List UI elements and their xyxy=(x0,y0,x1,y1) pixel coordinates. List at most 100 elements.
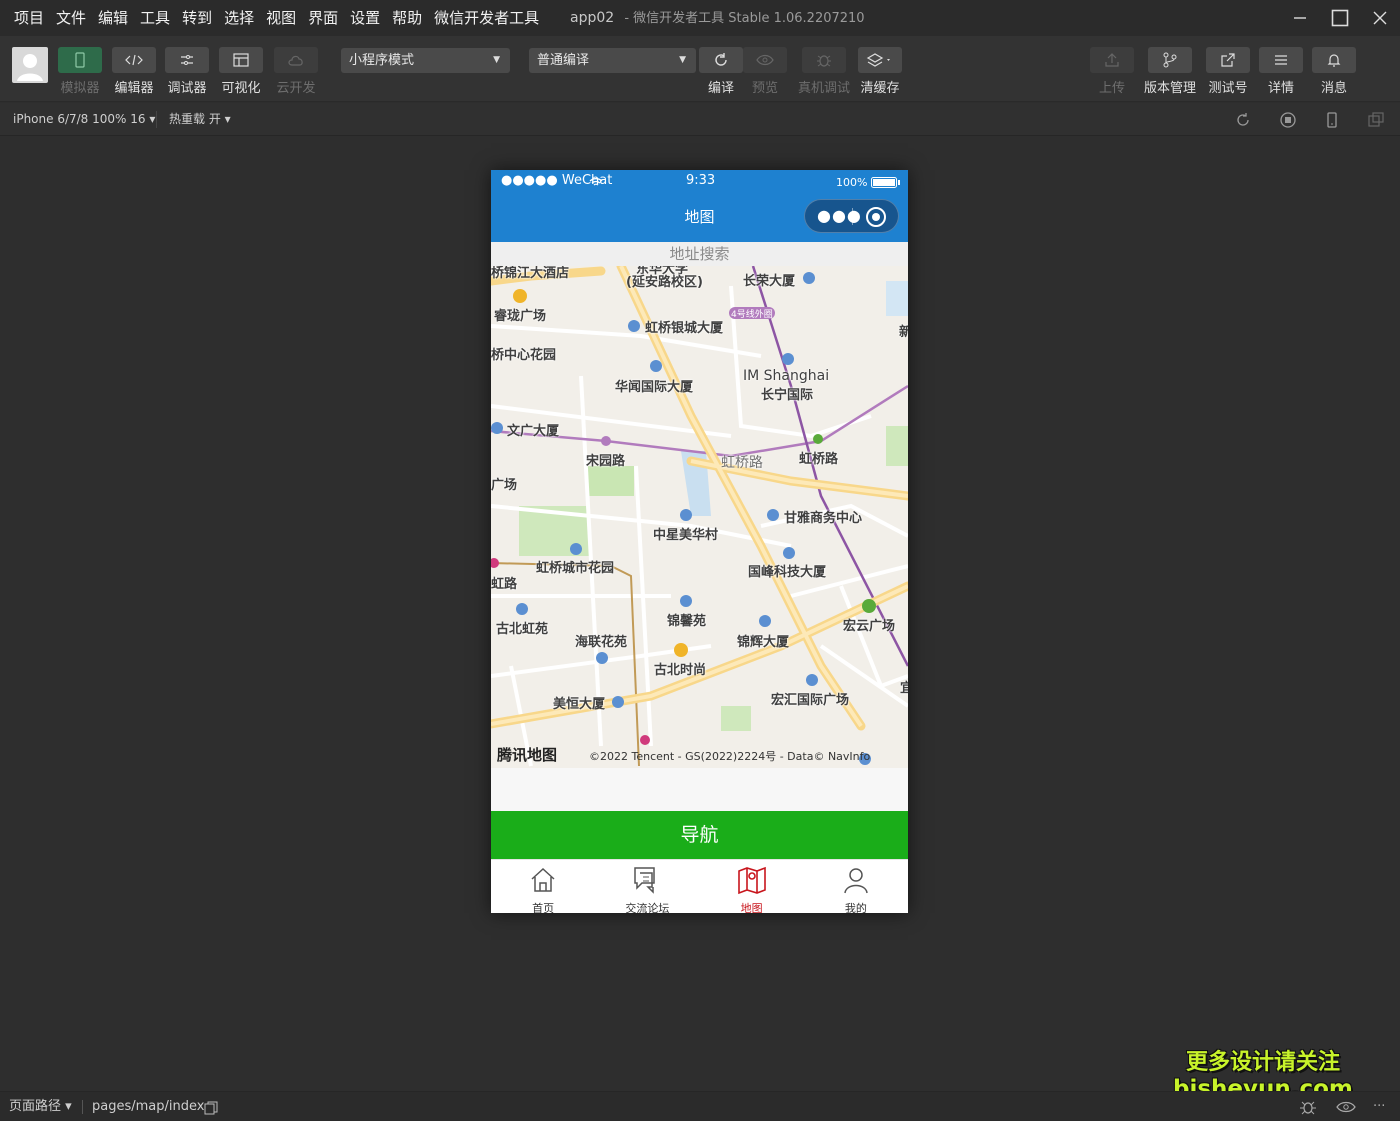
user-icon xyxy=(844,868,868,894)
title-separator: - xyxy=(624,11,630,26)
poi-label[interactable]: 虹路 xyxy=(491,573,517,592)
menu-view[interactable]: 视图 xyxy=(260,0,302,36)
device-select[interactable]: iPhone 6/7/8 100% 16 ▾ xyxy=(13,103,155,136)
menu-settings[interactable]: 设置 xyxy=(344,0,386,36)
editor-toggle[interactable]: 编辑器 xyxy=(110,47,158,96)
version-label: 版本管理 xyxy=(1143,81,1196,96)
poi-label[interactable]: 华闻国际大厦 xyxy=(615,376,693,395)
eye-icon xyxy=(756,54,774,66)
tab-profile[interactable]: 我的 xyxy=(804,860,908,913)
stop-icon[interactable] xyxy=(1279,111,1297,129)
visual-label: 可视化 xyxy=(221,81,261,96)
copy-icon[interactable] xyxy=(204,1101,218,1115)
poi-label[interactable]: 锦馨苑 xyxy=(667,610,706,629)
details-button[interactable]: 详情 xyxy=(1257,47,1305,96)
messages-label: 消息 xyxy=(1320,81,1347,96)
poi-label[interactable]: 长宁国际 xyxy=(761,384,813,403)
poi-label[interactable]: 新 xyxy=(899,321,908,340)
battery-percent: 100% xyxy=(836,176,868,189)
poi-label[interactable]: 锦辉大厦 xyxy=(737,631,789,650)
visual-toggle[interactable]: 可视化 xyxy=(217,47,265,96)
poi-label[interactable]: 宏云广场 xyxy=(843,615,895,634)
remote-debug-button[interactable]: 真机调试 xyxy=(796,47,852,96)
close-button[interactable] xyxy=(1360,0,1400,36)
poi-label[interactable]: 文广大厦 xyxy=(507,420,559,439)
popout-icon[interactable] xyxy=(1367,111,1385,129)
poi-label[interactable]: (延安路校区) xyxy=(626,271,703,290)
compile-mode-select[interactable]: 普通编译 ▼ xyxy=(529,48,696,73)
poi-label[interactable]: 虹桥城市花园 xyxy=(536,557,614,576)
preview-button[interactable]: 预览 xyxy=(741,47,789,96)
bug-icon[interactable] xyxy=(1299,1099,1317,1115)
branch-icon xyxy=(1163,52,1177,68)
menu-wechat-devtools[interactable]: 微信开发者工具 xyxy=(428,0,545,36)
close-icon xyxy=(1373,11,1387,25)
poi-label[interactable]: 桥锦江大酒店 xyxy=(491,266,569,281)
menu-select[interactable]: 选择 xyxy=(218,0,260,36)
hot-reload-toggle[interactable]: 热重载 开 ▾ xyxy=(169,103,231,136)
poi-label[interactable]: 宜 xyxy=(900,677,908,696)
clear-cache-label: 清缓存 xyxy=(860,81,900,96)
map-copyright: ©2022 Tencent - GS(2022)2224号 - Data© Na… xyxy=(589,750,871,763)
poi-label[interactable]: 甘雅商务中心 xyxy=(784,507,862,526)
capsule-menu[interactable]: ●●● xyxy=(804,199,899,233)
poi-label[interactable]: 广场 xyxy=(491,474,517,493)
compile-button[interactable]: 编译 xyxy=(697,47,745,96)
page-path-label[interactable]: 页面路径 ▾ xyxy=(9,1092,72,1121)
close-miniprogram-icon[interactable] xyxy=(866,207,886,227)
debugger-toggle[interactable]: 调试器 xyxy=(163,47,211,96)
menu-project[interactable]: 项目 xyxy=(8,0,50,36)
poi-label[interactable]: 中星美华村 xyxy=(653,524,718,543)
tab-forum[interactable]: 交流论坛 xyxy=(595,860,699,913)
menu-tools[interactable]: 工具 xyxy=(134,0,176,36)
rotate-icon[interactable] xyxy=(1234,111,1252,129)
menu-file[interactable]: 文件 xyxy=(50,0,92,36)
upload-button[interactable]: 上传 xyxy=(1088,47,1136,96)
poi-label[interactable]: 美恒大厦 xyxy=(553,693,605,712)
tab-map[interactable]: 地图 xyxy=(700,860,804,913)
poi-label[interactable]: IM Shanghai xyxy=(743,368,829,384)
poi-label[interactable]: 国峰科技大厦 xyxy=(748,561,826,580)
poi-label[interactable]: 桥中心花园 xyxy=(491,344,556,363)
menu-goto[interactable]: 转到 xyxy=(176,0,218,36)
more-icon[interactable]: ●●● xyxy=(817,208,862,224)
code-icon xyxy=(125,54,143,66)
user-avatar[interactable] xyxy=(12,47,48,83)
phone-preview-icon[interactable] xyxy=(1323,111,1341,129)
status-bar: 页面路径 ▾ pages/map/index ··· xyxy=(0,1091,1400,1121)
cloud-toggle[interactable]: 云开发 xyxy=(272,47,320,96)
poi-label[interactable]: 宋园路 xyxy=(586,450,625,469)
minimize-button[interactable] xyxy=(1280,0,1320,36)
layout-icon xyxy=(233,53,249,67)
simulator-toggle[interactable]: 模拟器 xyxy=(56,47,104,96)
messages-button[interactable]: 消息 xyxy=(1310,47,1358,96)
maximize-button[interactable] xyxy=(1320,0,1360,36)
window-controls xyxy=(1280,0,1400,36)
eye-icon[interactable] xyxy=(1336,1100,1356,1114)
poi-label[interactable]: 宏汇国际广场 xyxy=(771,689,849,708)
map-view[interactable]: 桥锦江大酒店 东华大学 (延安路校区) 长荣大厦 睿珑广场 虹桥银城大厦 4号线… xyxy=(491,266,908,768)
external-link-icon xyxy=(1221,53,1235,67)
avatar-icon xyxy=(17,54,43,81)
poi-label[interactable]: 海联花苑 xyxy=(575,631,627,650)
mode-select[interactable]: 小程序模式 ▼ xyxy=(341,48,510,73)
poi-label[interactable]: 虹桥路 xyxy=(799,448,838,467)
poi-label[interactable]: 虹桥银城大厦 xyxy=(645,317,723,336)
address-search-input[interactable]: 地址搜索 xyxy=(491,242,908,266)
clear-cache-button[interactable]: 清缓存 xyxy=(856,47,904,96)
menu-interface[interactable]: 界面 xyxy=(302,0,344,36)
navigate-button[interactable]: 导航 xyxy=(491,811,908,859)
version-button[interactable]: 版本管理 xyxy=(1142,47,1198,96)
menu-edit[interactable]: 编辑 xyxy=(92,0,134,36)
poi-label[interactable]: 古北时尚 xyxy=(654,659,706,678)
poi-label[interactable]: 古北虹苑 xyxy=(496,618,548,637)
menu-help[interactable]: 帮助 xyxy=(386,0,428,36)
poi-label[interactable]: 睿珑广场 xyxy=(494,305,546,324)
title-bar: 项目 文件 编辑 工具 转到 选择 视图 界面 设置 帮助 微信开发者工具 ap… xyxy=(0,0,1400,36)
more-icon[interactable]: ··· xyxy=(1373,1092,1385,1121)
poi-label[interactable]: 长荣大厦 xyxy=(743,270,795,289)
home-icon xyxy=(531,867,555,892)
compile-label: 编译 xyxy=(707,81,734,96)
test-account-button[interactable]: 测试号 xyxy=(1204,47,1252,96)
tab-home[interactable]: 首页 xyxy=(491,860,595,913)
